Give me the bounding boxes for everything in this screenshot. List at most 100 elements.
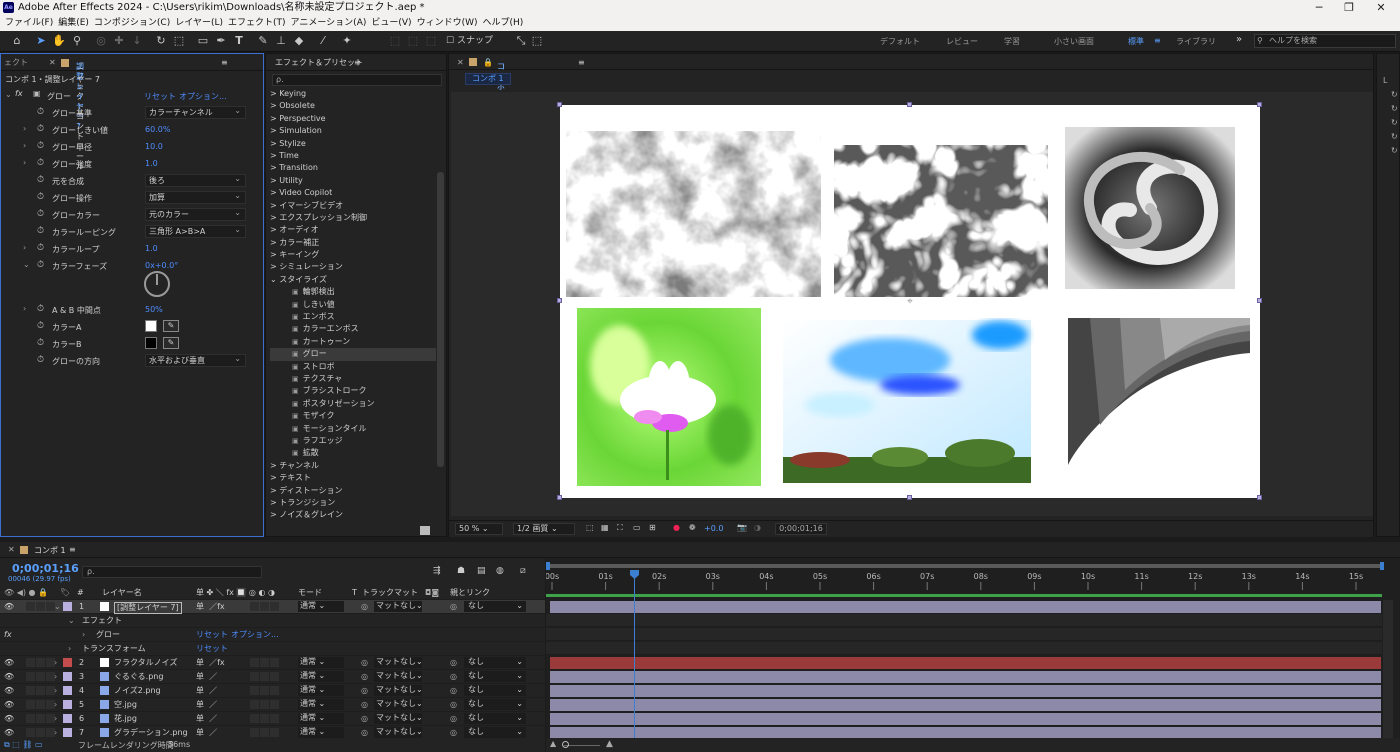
stopwatch-icon[interactable]: ⏱ (37, 175, 44, 185)
visibility-eye-icon[interactable]: 👁 (4, 728, 14, 738)
brush-tool-icon[interactable]: ✎ (256, 34, 270, 48)
layer-row[interactable]: 👁 ⌄ 1 [調整レイヤー 7] 单 ／fx 通常 ⌄ ◎ マットなし⌄ ◎ なし ⌄ (0, 600, 545, 614)
show-snapshot-icon[interactable]: ◑ (754, 523, 761, 532)
track-matte-pickwhip-icon[interactable]: ◎ (361, 714, 368, 724)
snap-target-icon[interactable]: ⬚ (530, 34, 544, 48)
property-row[interactable]: ⏱ グローの方向 水平および垂直 (1, 352, 263, 369)
solo-lock-switches[interactable] (26, 700, 56, 710)
expand-arrow-icon[interactable]: › (23, 304, 26, 313)
layer-handle-top-right[interactable] (1257, 102, 1262, 107)
minimize-icon[interactable]: ─ (1304, 0, 1334, 16)
layer-switches[interactable]: 单 ／ (196, 686, 217, 696)
workspace-review[interactable]: レビュー (946, 36, 978, 47)
workspace-small-screen[interactable]: 小さい画面 (1054, 36, 1094, 47)
layer-handle-bottom-right[interactable] (1257, 495, 1262, 500)
panel-menu-icon[interactable]: ≡ (69, 545, 76, 554)
layer-switch-boxes[interactable] (250, 602, 280, 612)
layer-label-color[interactable] (63, 686, 72, 695)
visibility-eye-icon[interactable]: 👁 (4, 672, 14, 682)
layer-switches[interactable]: 单 ／ (196, 728, 217, 738)
expand-arrow-icon[interactable]: › (54, 728, 57, 738)
effect-category[interactable]: > エクスプレッション制御 (270, 212, 436, 224)
axis-local-icon[interactable]: ⬚ (388, 34, 402, 48)
effect-category[interactable]: > オーディオ (270, 224, 436, 236)
puppet-pin-tool-icon[interactable]: ✦ (340, 34, 354, 48)
dolly-camera-icon[interactable]: ↓ (130, 34, 144, 48)
zoom-slider-knob[interactable] (562, 741, 569, 748)
track-matte-dropdown[interactable]: マットなし⌄ (374, 685, 423, 696)
mode-dropdown[interactable]: 通常 ⌄ (298, 713, 344, 724)
property-row[interactable]: › ⏱ グローしきい値 60.0% (1, 121, 263, 138)
parent-pickwhip-icon[interactable]: ◎ (450, 728, 457, 738)
workspace-menu-icon[interactable]: ≡ (1154, 36, 1161, 45)
help-search-input[interactable]: ⚲ ヘルプを検索 (1254, 34, 1396, 48)
clone-stamp-tool-icon[interactable]: ⊥ (274, 34, 288, 48)
stopwatch-icon[interactable]: ⏱ (37, 304, 44, 314)
tab-effects-presets[interactable]: エフェクト＆プリセット (275, 58, 363, 68)
stopwatch-icon[interactable]: ⏱ (37, 209, 44, 219)
layer-handle-top-left[interactable] (557, 102, 562, 107)
track-matte-pickwhip-icon[interactable]: ◎ (361, 658, 368, 668)
track-matte-dropdown[interactable]: マットなし⌄ (374, 699, 423, 710)
stopwatch-icon[interactable]: ⏱ (37, 107, 44, 117)
effect-item[interactable]: ブラシストローク (270, 385, 436, 397)
expand-arrow-icon[interactable]: › (54, 714, 57, 724)
tab-project-partial[interactable]: ェクト (4, 58, 28, 68)
property-value[interactable]: 50% (145, 305, 163, 314)
layer-handle-bottom[interactable] (907, 495, 912, 500)
layer-switch-boxes[interactable] (250, 686, 280, 696)
property-row[interactable]: › ⏱ グロー半径 10.0 (1, 138, 263, 155)
glow-reset-link[interactable]: リセット (196, 630, 228, 640)
collapse-arrow-icon[interactable]: ⌄ (5, 90, 12, 99)
effect-item[interactable]: ポスタリゼーション (270, 398, 436, 410)
layer-label-color[interactable] (63, 728, 72, 737)
layer-label-color[interactable] (63, 700, 72, 709)
stopwatch-icon[interactable]: ⏱ (37, 226, 44, 236)
expand-arrow-icon[interactable]: › (54, 658, 57, 668)
zoom-in-icon[interactable]: ▲ (606, 739, 613, 749)
effect-category[interactable]: > キーイング (270, 249, 436, 261)
selection-tool-icon[interactable]: ➤ (34, 34, 48, 48)
track-matte-pickwhip-icon[interactable]: ◎ (361, 686, 368, 696)
track-matte-pickwhip-icon[interactable]: ◎ (361, 672, 368, 682)
track-matte-dropdown[interactable]: マットなし⌄ (374, 657, 423, 668)
frame-blending-icon[interactable]: ▤ (477, 566, 486, 576)
parent-dropdown[interactable]: なし ⌄ (464, 685, 526, 696)
hand-tool-icon[interactable]: ✋ (52, 34, 66, 48)
solo-lock-switches[interactable] (26, 714, 56, 724)
menu-help[interactable]: ヘルプ(H) (477, 16, 523, 31)
effects-search-input[interactable]: ρ. (272, 74, 442, 86)
parent-pickwhip-icon[interactable]: ◎ (450, 686, 457, 696)
parent-pickwhip-icon[interactable]: ◎ (450, 700, 457, 710)
property-dropdown[interactable]: 三角形 A>B>A (145, 224, 246, 238)
visibility-eye-icon[interactable]: 👁 (4, 686, 14, 696)
layer-handle-top[interactable] (907, 102, 912, 107)
workspace-default[interactable]: デフォルト (880, 36, 920, 47)
effect-item[interactable]: 拡散 (270, 447, 436, 459)
track-matte-dropdown[interactable]: マットなし⌄ (374, 727, 423, 738)
effect-category[interactable]: ⌄ スタイライズ (270, 274, 436, 286)
close-tab-icon[interactable]: ✕ (8, 545, 15, 554)
tab-timeline-comp[interactable]: コンポ 1 (34, 545, 66, 556)
parent-pickwhip-icon[interactable]: ◎ (450, 672, 457, 682)
comp-subtab[interactable]: コンポ 1 (465, 73, 511, 85)
motion-blur-icon[interactable]: ◍ (496, 566, 504, 576)
snapshot-camera-icon[interactable]: 📷 (737, 523, 747, 532)
expand-arrow-icon[interactable]: › (23, 243, 26, 252)
axis-world-icon[interactable]: ⬚ (406, 34, 420, 48)
close-tab-icon[interactable]: ✕ (49, 58, 56, 68)
pan-camera-icon[interactable]: ✚ (112, 34, 126, 48)
effect-category[interactable]: > Time (270, 150, 436, 162)
solo-lock-switches[interactable] (26, 658, 56, 668)
layer-duration-bar[interactable] (550, 671, 1381, 683)
anchor-point-icon[interactable]: ⌖ (907, 296, 913, 307)
effect-category[interactable]: > Simulation (270, 125, 436, 137)
layer-switch-boxes[interactable] (250, 714, 280, 724)
parent-dropdown[interactable]: なし ⌄ (464, 671, 526, 682)
effect-item[interactable]: テクスチャ (270, 373, 436, 385)
home-icon[interactable]: ⌂ (10, 34, 24, 48)
stopwatch-icon[interactable]: ⏱ (37, 260, 44, 270)
layer-duration-bar[interactable] (550, 685, 1381, 697)
render-toggle-icons[interactable]: ⧉ ⬚ ⛓ ▭ (4, 740, 43, 750)
expand-arrow-icon[interactable]: ⌄ (54, 602, 61, 612)
